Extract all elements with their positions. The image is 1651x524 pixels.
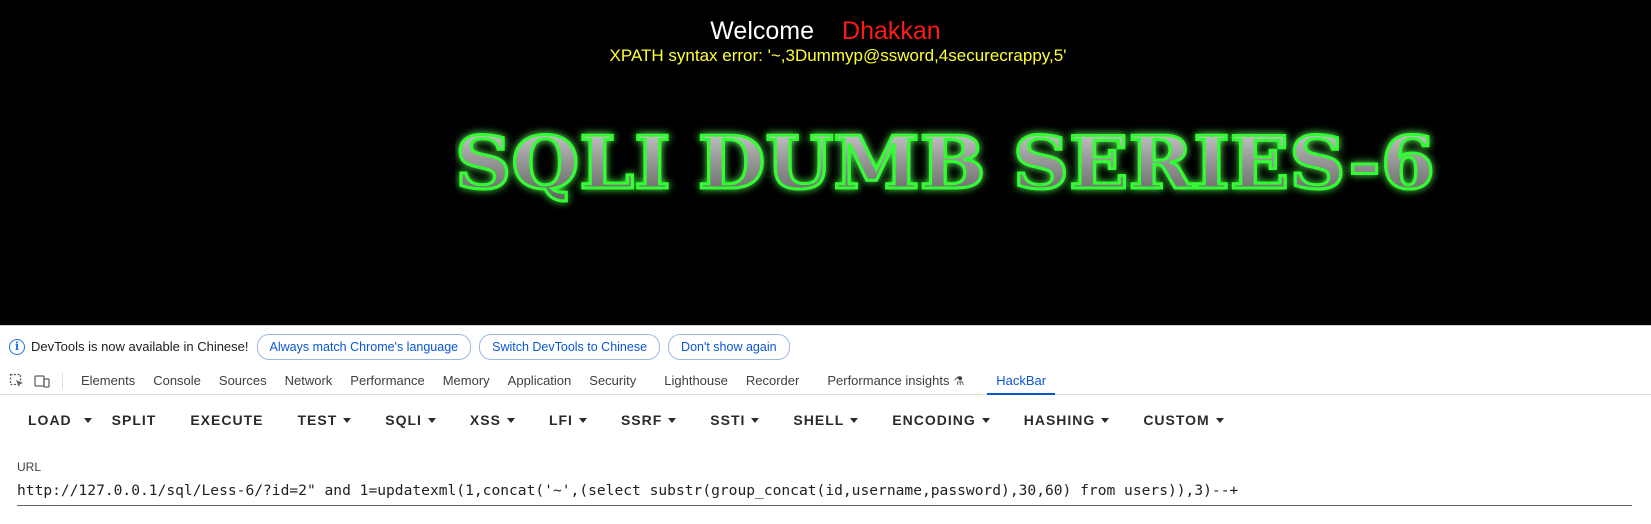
welcome-text: Welcome — [710, 17, 815, 45]
tab-sources[interactable]: Sources — [210, 367, 276, 395]
series-banner: SQLI DUMB SERIES-6 — [455, 122, 1455, 212]
inspect-element-icon[interactable] — [9, 373, 25, 389]
lfi-menu-button[interactable]: LFI — [549, 412, 587, 428]
tab-network[interactable]: Network — [276, 367, 342, 395]
shell-menu-button[interactable]: SHELL — [793, 412, 859, 428]
load-label: LOAD — [28, 412, 72, 428]
xss-label: XSS — [469, 412, 501, 428]
infobar-message: DevTools is now available in Chinese! — [31, 339, 249, 354]
tab-hackbar[interactable]: HackBar — [987, 367, 1055, 395]
chevron-down-icon — [343, 417, 352, 423]
test-label: TEST — [297, 412, 338, 428]
shell-label: SHELL — [793, 412, 845, 428]
custom-menu-button[interactable]: CUSTOM — [1143, 412, 1224, 428]
welcome-username: Dhakkan — [842, 17, 941, 45]
devtools-language-infobar: i DevTools is now available in Chinese! … — [0, 325, 1651, 367]
encoding-label: ENCODING — [892, 412, 976, 428]
ssrf-menu-button[interactable]: SSRF — [620, 412, 677, 428]
tab-memory[interactable]: Memory — [434, 367, 499, 395]
ssti-label: SSTI — [710, 412, 746, 428]
load-button[interactable]: LOAD — [28, 412, 72, 428]
url-field-label: URL — [17, 460, 42, 474]
xss-menu-button[interactable]: XSS — [470, 412, 515, 428]
xpath-error-message: XPATH syntax error: '~,3Dummyp@ssword,4s… — [609, 46, 1067, 65]
chevron-down-icon — [981, 417, 990, 423]
custom-label: CUSTOM — [1143, 412, 1210, 428]
url-input[interactable]: http://127.0.0.1/sql/Less-6/?id=2" and 1… — [17, 479, 1637, 503]
tab-lighthouse[interactable]: Lighthouse — [655, 367, 737, 395]
tab-performance-insights[interactable]: Performance insights ⚗ — [818, 367, 973, 395]
switch-to-chinese-button[interactable]: Switch DevTools to Chinese — [479, 333, 661, 360]
web-page: Welcome Dhakkan XPATH syntax error: '~,3D… — [0, 0, 1651, 325]
tab-security[interactable]: Security — [580, 367, 645, 395]
ssrf-label: SSRF — [620, 412, 663, 428]
chevron-down-icon — [668, 417, 677, 423]
chevron-down-icon — [578, 417, 587, 423]
devtools-tab-strip: Elements Console Sources Network Perform… — [0, 367, 1651, 395]
split-label: SPLIT — [111, 412, 157, 428]
dont-show-again-button[interactable]: Don't show again — [668, 333, 790, 360]
hackbar-panel: LOAD SPLIT EXECUTE TEST SQLI XSS LFI SSR… — [0, 395, 1651, 524]
lfi-label: LFI — [548, 412, 573, 428]
test-menu-button[interactable]: TEST — [297, 412, 352, 428]
split-button[interactable]: SPLIT — [112, 412, 157, 428]
chevron-down-icon — [506, 417, 515, 423]
chevron-down-icon — [83, 417, 92, 423]
ssti-menu-button[interactable]: SSTI — [710, 412, 760, 428]
sqli-label: SQLI — [385, 412, 422, 428]
device-toolbar-icon[interactable] — [34, 373, 50, 389]
chevron-down-icon — [427, 417, 436, 423]
info-icon: i — [9, 338, 25, 355]
sqli-menu-button[interactable]: SQLI — [385, 412, 436, 428]
tab-application[interactable]: Application — [499, 367, 581, 395]
url-input-underline — [17, 505, 1632, 506]
tab-recorder[interactable]: Recorder — [737, 367, 808, 395]
flask-icon: ⚗ — [953, 373, 965, 388]
chevron-down-icon — [1101, 417, 1110, 423]
execute-button[interactable]: EXECUTE — [190, 412, 263, 428]
hashing-label: HASHING — [1023, 412, 1096, 428]
chevron-down-icon — [751, 417, 760, 423]
encoding-menu-button[interactable]: ENCODING — [892, 412, 990, 428]
always-match-language-button[interactable]: Always match Chrome's language — [256, 333, 472, 360]
tab-elements[interactable]: Elements — [72, 367, 144, 395]
banner-title: SQLI DUMB SERIES-6 — [455, 122, 1435, 205]
welcome-line: Welcome Dhakkan — [0, 14, 1651, 48]
tab-performance-insights-label: Performance insights — [827, 372, 950, 388]
tab-performance[interactable]: Performance — [341, 367, 433, 395]
chevron-down-icon — [1215, 417, 1224, 423]
tab-console[interactable]: Console — [144, 367, 210, 395]
hashing-menu-button[interactable]: HASHING — [1024, 412, 1110, 428]
execute-label: EXECUTE — [190, 412, 264, 428]
hackbar-toolbar: LOAD SPLIT EXECUTE TEST SQLI XSS LFI SSR… — [0, 395, 1651, 445]
chevron-down-icon — [850, 417, 859, 423]
load-dropdown-button[interactable] — [83, 417, 92, 423]
